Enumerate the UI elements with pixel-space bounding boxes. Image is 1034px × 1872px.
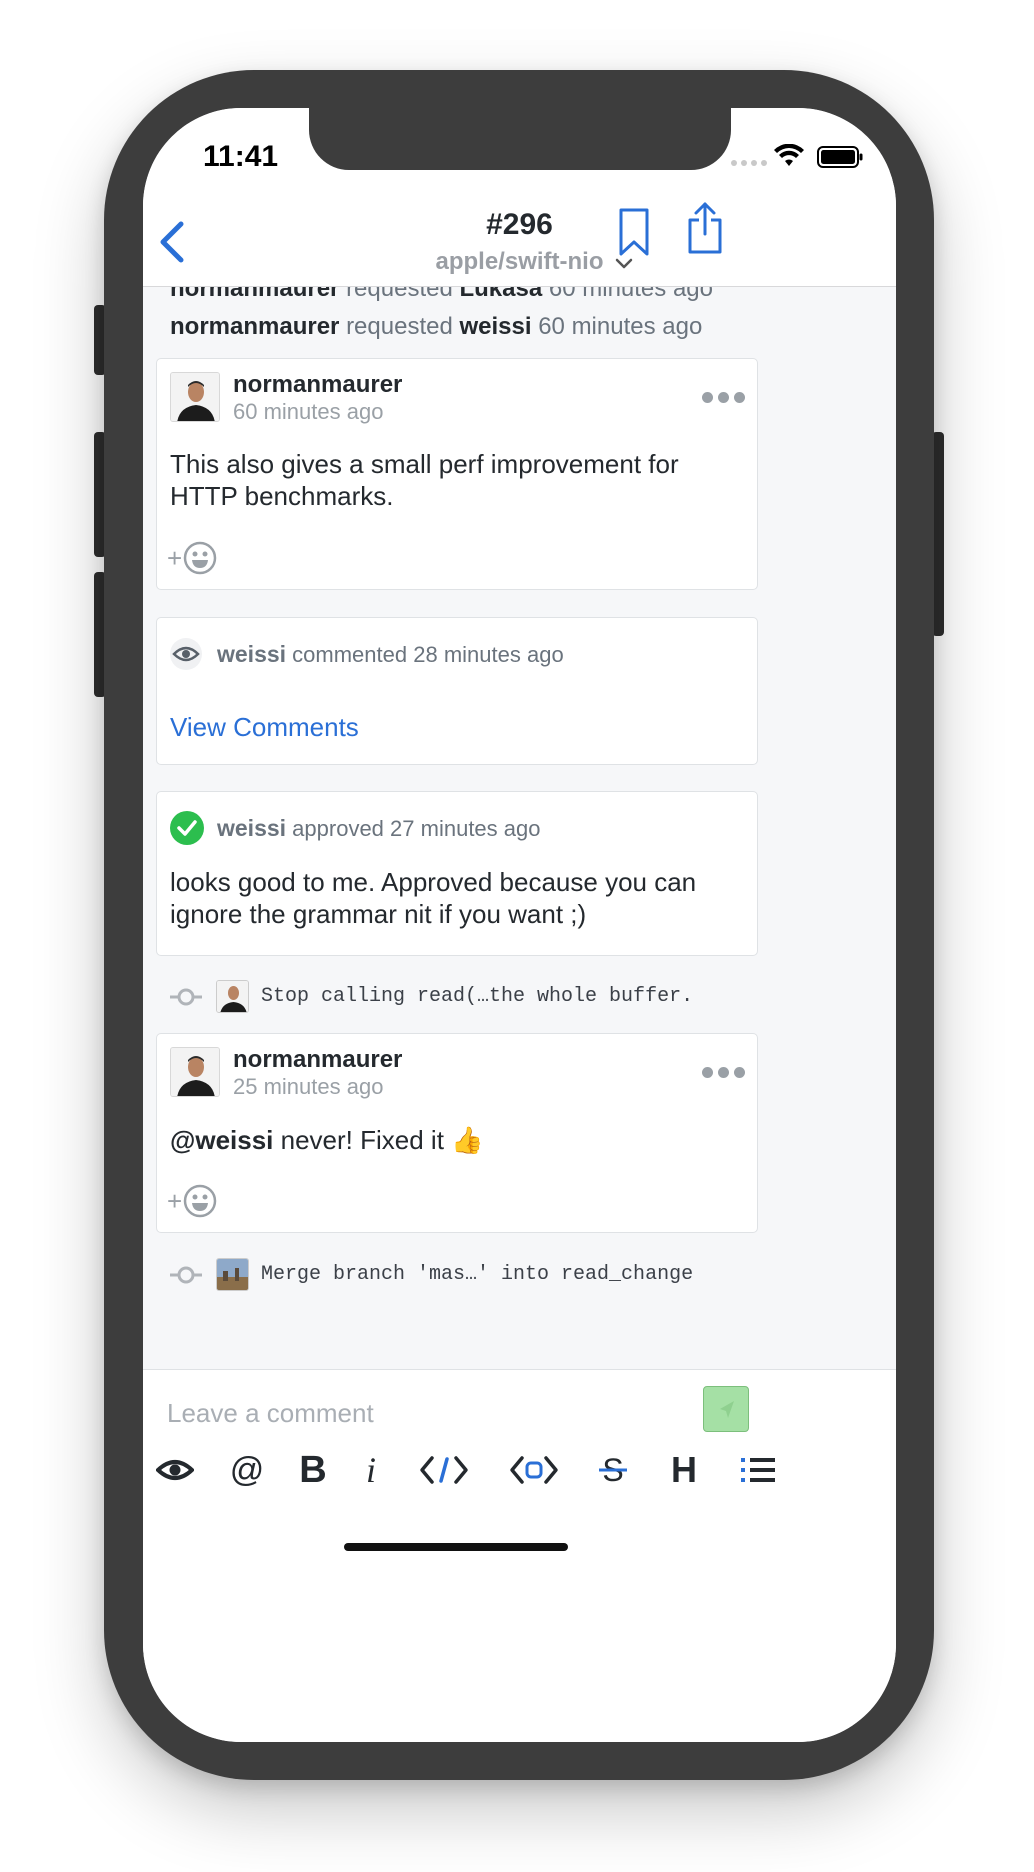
home-indicator[interactable] xyxy=(344,1543,568,1551)
avatar[interactable] xyxy=(170,372,220,422)
review-body: looks good to me. Approved because you c… xyxy=(170,866,696,930)
strikethrough-icon: S xyxy=(599,1454,627,1486)
eye-icon xyxy=(170,638,202,670)
review-time: 27 minutes ago xyxy=(390,816,541,841)
send-button[interactable] xyxy=(703,1386,749,1432)
event-actor[interactable]: normanmaurer xyxy=(170,313,339,340)
check-circle-icon xyxy=(170,811,204,845)
heading-button[interactable]: H xyxy=(667,1440,701,1500)
share-icon[interactable] xyxy=(687,200,723,254)
commit-icon xyxy=(170,988,202,1005)
list-button[interactable] xyxy=(741,1440,775,1500)
avatar[interactable] xyxy=(216,980,249,1013)
comment-body-line: This also gives a small perf improvement… xyxy=(170,449,679,479)
commit-message[interactable]: Stop calling read(…the whole buffer. xyxy=(261,985,693,1008)
add-reaction-button[interactable]: + xyxy=(167,1184,217,1218)
code-icon xyxy=(420,1456,468,1484)
comment-composer: @ B i xyxy=(143,1369,896,1742)
review-time: 28 minutes ago xyxy=(413,642,564,667)
comment-input[interactable] xyxy=(167,1388,687,1438)
avatar[interactable] xyxy=(170,1047,220,1097)
inline-code-button[interactable] xyxy=(419,1440,469,1500)
person-avatar-icon xyxy=(217,981,248,1012)
bold-icon: B xyxy=(299,1448,327,1491)
commit-row[interactable]: Merge branch 'mas…' into read_change xyxy=(170,1258,693,1291)
person-avatar-icon xyxy=(171,373,219,421)
review-author[interactable]: weissi xyxy=(217,641,286,667)
plus-sign: + xyxy=(167,1185,183,1216)
code-block-button[interactable] xyxy=(509,1440,559,1500)
repository-subtitle[interactable]: apple/swift-nio xyxy=(143,248,896,276)
status-time: 11:41 xyxy=(203,140,279,173)
list-icon xyxy=(741,1458,775,1482)
mention-button[interactable]: @ xyxy=(227,1440,267,1500)
review-action: approved xyxy=(292,816,384,841)
navigation-bar: #296 apple/swift-nio xyxy=(143,188,896,287)
event-actor[interactable]: normanmaurer xyxy=(170,287,339,302)
avatar[interactable] xyxy=(216,1258,249,1291)
person-avatar-icon xyxy=(171,1048,219,1096)
review-action: commented xyxy=(292,642,408,667)
commit-icon xyxy=(170,1266,202,1283)
bookmark-icon[interactable] xyxy=(618,208,650,256)
smiley-icon xyxy=(183,1184,217,1218)
review-request-event: normanmaurer requested Lukasa 60 minutes… xyxy=(170,287,713,303)
eye-icon xyxy=(156,1460,194,1480)
comment-body-text: never! Fixed it xyxy=(273,1125,452,1155)
comment-author[interactable]: normanmaurer xyxy=(233,1046,402,1074)
review-approved-card: weissi approved 27 minutes ago looks goo… xyxy=(156,791,758,956)
markdown-toolbar: @ B i S H xyxy=(143,1440,896,1500)
review-card: weissi commented 28 minutes ago View Com… xyxy=(156,617,758,765)
user-mention-link[interactable]: @weissi xyxy=(170,1125,273,1155)
commit-message[interactable]: Merge branch 'mas…' into read_change xyxy=(261,1263,693,1286)
send-icon xyxy=(720,1401,734,1418)
event-verb: requested xyxy=(346,287,453,302)
chevron-down-icon[interactable] xyxy=(615,258,633,270)
comment-body: This also gives a small perf improvement… xyxy=(170,448,679,512)
review-body-line: looks good to me. Approved because you c… xyxy=(170,867,697,897)
strikethrough-button[interactable]: S xyxy=(598,1440,628,1500)
italic-button[interactable]: i xyxy=(361,1440,381,1500)
comment-body-line: HTTP benchmarks. xyxy=(170,481,394,511)
device-notch xyxy=(309,108,731,170)
event-verb: requested xyxy=(346,313,453,340)
comment-card: normanmaurer 25 minutes ago @weissi neve… xyxy=(156,1033,758,1233)
more-options-icon[interactable] xyxy=(702,1067,745,1078)
bold-button[interactable]: B xyxy=(295,1440,331,1500)
event-target[interactable]: Lukasa xyxy=(459,287,542,302)
view-comments-link[interactable]: View Comments xyxy=(170,712,359,743)
thumbs-up-emoji: 👍 xyxy=(451,1125,484,1155)
review-request-event: normanmaurer requested weissi 60 minutes… xyxy=(170,313,702,341)
mention-icon: @ xyxy=(229,1450,265,1489)
wifi-icon xyxy=(774,144,804,166)
device-frame-stage: 11:41 #296 apple/swift-nio normanmaurer … xyxy=(0,0,1034,1872)
comment-body: @weissi never! Fixed it 👍 xyxy=(170,1124,484,1156)
cellular-signal-icon xyxy=(731,160,767,166)
issue-number-title[interactable]: #296 xyxy=(143,208,896,242)
more-options-icon[interactable] xyxy=(702,392,745,403)
landscape-avatar-icon xyxy=(217,1259,248,1290)
plus-sign: + xyxy=(167,542,183,573)
event-target[interactable]: weissi xyxy=(459,313,531,340)
preview-button[interactable] xyxy=(155,1440,195,1500)
review-author[interactable]: weissi xyxy=(217,815,286,841)
heading-icon: H xyxy=(671,1449,697,1490)
review-summary: weissi approved 27 minutes ago xyxy=(217,815,540,842)
add-reaction-button[interactable]: + xyxy=(167,541,217,575)
battery-icon xyxy=(817,146,863,168)
app-screen: 11:41 #296 apple/swift-nio normanmaurer … xyxy=(143,108,896,1742)
review-summary: weissi commented 28 minutes ago xyxy=(217,641,564,668)
commit-row[interactable]: Stop calling read(…the whole buffer. xyxy=(170,980,693,1013)
event-time: 60 minutes ago xyxy=(548,287,713,302)
comment-card: normanmaurer 60 minutes ago This also gi… xyxy=(156,358,758,590)
event-time: 60 minutes ago xyxy=(538,313,703,340)
comment-timestamp: 25 minutes ago xyxy=(233,1074,384,1099)
comment-timestamp: 60 minutes ago xyxy=(233,399,384,424)
timeline-content[interactable]: normanmaurer requested Lukasa 60 minutes… xyxy=(143,287,896,1369)
code-block-icon xyxy=(510,1456,558,1484)
italic-icon: i xyxy=(365,1450,376,1490)
review-body-line: ignore the grammar nit if you want ;) xyxy=(170,899,587,929)
comment-author[interactable]: normanmaurer xyxy=(233,371,402,399)
smiley-icon xyxy=(183,541,217,575)
